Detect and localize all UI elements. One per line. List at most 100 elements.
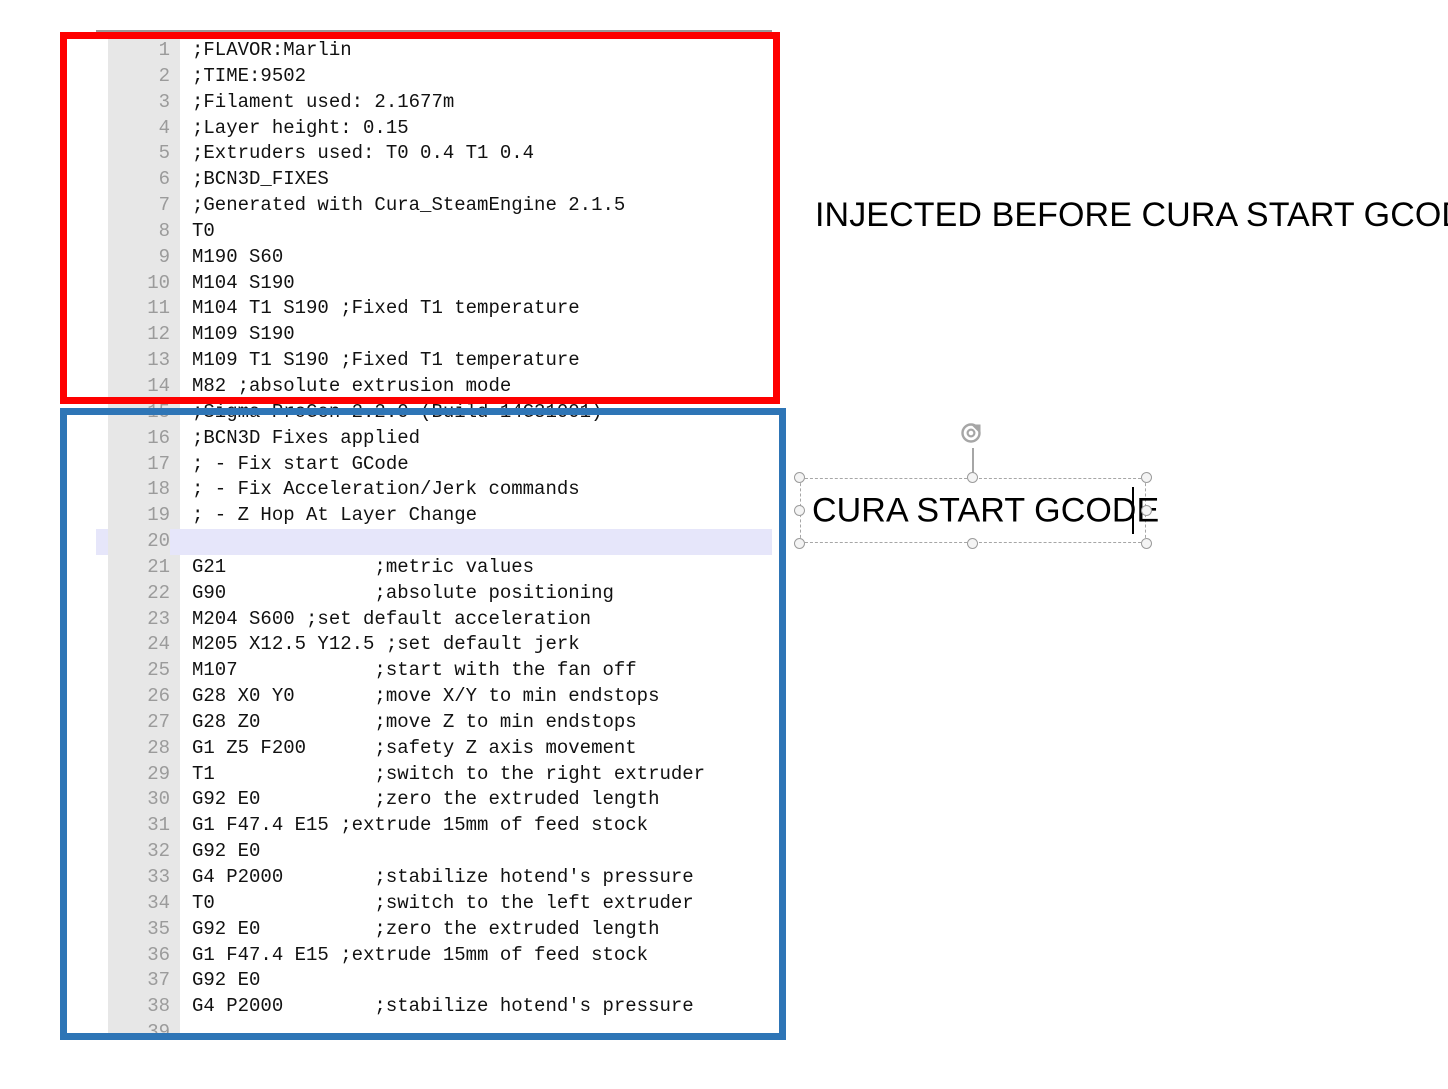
code-line[interactable]: 14 M82 ;absolute extrusion mode (96, 374, 772, 400)
line-number: 34 (147, 891, 170, 914)
rotate-icon[interactable] (958, 420, 988, 450)
line-content: M82 ;absolute extrusion mode (192, 374, 512, 397)
code-line[interactable]: 37 G92 E0 (96, 968, 772, 994)
code-line[interactable]: 16 ;BCN3D Fixes applied (96, 426, 772, 452)
code-line[interactable]: 32 G92 E0 (96, 839, 772, 865)
code-line[interactable]: 8 T0 (96, 219, 772, 245)
code-line[interactable]: 38 G4 P2000 ;stabilize hotend's pressure (96, 994, 772, 1020)
line-number: 6 (158, 168, 170, 191)
line-content: ; - Z Hop At Layer Change (192, 504, 478, 527)
line-content: M107 ;start with the fan off (192, 659, 637, 682)
code-line[interactable]: 3 ;Filament used: 2.1677m (96, 90, 772, 116)
code-line[interactable]: 6 ;BCN3D_FIXES (96, 167, 772, 193)
line-content: G28 Z0 ;move Z to min endstops (192, 710, 637, 733)
line-number: 33 (147, 866, 170, 888)
resize-handle-bottom-left[interactable] (794, 538, 805, 549)
line-content: G4 P2000 ;stabilize hotend's pressure (192, 995, 694, 1018)
line-content: M109 T1 S190 ;Fixed T1 temperature (192, 349, 580, 372)
line-number: 27 (147, 710, 170, 733)
line-number: 21 (147, 555, 170, 578)
resize-handle-middle-right[interactable] (1141, 504, 1152, 516)
line-number: 19 (147, 504, 170, 527)
line-number: 25 (147, 659, 170, 682)
text-box-content[interactable]: CURA START GCODE (812, 491, 1159, 530)
code-line[interactable]: 2 ;TIME:9502 (96, 64, 772, 90)
selected-text-box[interactable]: CURA START GCODE (794, 423, 1159, 549)
line-content: G4 P2000 ;stabilize hotend's pressure (192, 866, 694, 888)
line-number: 22 (147, 581, 170, 604)
code-line[interactable]: 25 M107 ;start with the fan off (96, 658, 772, 684)
code-line[interactable]: 26 G28 X0 Y0 ;move X/Y to min endstops (96, 684, 772, 710)
code-line[interactable]: 28 G1 Z5 F200 ;safety Z axis movement (96, 736, 772, 762)
code-line[interactable]: 13 M109 T1 S190 ;Fixed T1 temperature (96, 348, 772, 374)
resize-handle-bottom-right[interactable] (1141, 538, 1152, 549)
line-content: ;Sigma ProGen 2.2.0 (Build 14G31001) (192, 400, 603, 423)
line-number: 4 (158, 116, 170, 139)
code-line[interactable]: 5 ;Extruders used: T0 0.4 T1 0.4 (96, 141, 772, 167)
resize-handle-middle-left[interactable] (794, 504, 805, 516)
line-number: 26 (147, 685, 170, 708)
code-line[interactable]: 1 ;FLAVOR:Marlin (96, 38, 772, 64)
line-content: G92 E0 (192, 840, 261, 863)
line-content: G28 X0 Y0 ;move X/Y to min endstops (192, 685, 660, 708)
line-content: ;TIME:9502 (192, 64, 307, 87)
line-number: 39 (147, 1021, 170, 1040)
line-content: ;Filament used: 2.1677m (192, 90, 455, 113)
line-content: ;BCN3D_FIXES (192, 168, 329, 191)
line-number: 17 (147, 452, 170, 475)
line-content: G92 E0 ;zero the extruded length (192, 788, 660, 811)
code-line[interactable]: 36 G1 F47.4 E15 ;extrude 15mm of feed sto… (96, 943, 772, 969)
resize-handle-bottom-center[interactable] (967, 538, 978, 549)
code-line[interactable]: 7 ;Generated with Cura_SteamEngine 2.1.5 (96, 193, 772, 219)
line-content: G92 E0 ;zero the extruded length (192, 917, 660, 940)
code-line[interactable]: 20 (96, 529, 772, 555)
resize-handle-top-left[interactable] (794, 472, 805, 483)
code-line[interactable]: 12 M109 S190 (96, 322, 772, 348)
line-number: 15 (147, 400, 170, 423)
code-line[interactable]: 17 ; - Fix start GCode (96, 452, 772, 478)
code-line[interactable]: 33 G4 P2000 ;stabilize hotend's pressure (96, 865, 772, 891)
line-number: 16 (147, 426, 170, 449)
code-line[interactable]: 39 (96, 1020, 772, 1040)
code-line[interactable]: 22 G90 ;absolute positioning (96, 581, 772, 607)
code-line[interactable]: 15 ;Sigma ProGen 2.2.0 (Build 14G31001) (96, 400, 772, 426)
editor-top-divider (96, 30, 772, 36)
line-number: 38 (147, 995, 170, 1018)
line-number: 30 (147, 788, 170, 811)
code-line[interactable]: 27 G28 Z0 ;move Z to min endstops (96, 710, 772, 736)
line-content: T0 ;switch to the left extruder (192, 891, 694, 914)
code-line[interactable]: 34 T0 ;switch to the left extruder (96, 891, 772, 917)
code-line[interactable]: 4 ;Layer height: 0.15 (96, 116, 772, 142)
line-number: 2 (158, 64, 170, 87)
code-line[interactable]: 35 G92 E0 ;zero the extruded length (96, 917, 772, 943)
code-line[interactable]: 10 M104 S190 (96, 271, 772, 297)
line-number: 1 (158, 39, 170, 61)
caption-injected-before-cura-start-gcode[interactable]: INJECTED BEFORE CURA START GCODE (815, 196, 1448, 235)
slide-canvas: 1 ;FLAVOR:Marlin 2 ;TIME:9502 3 ;Filament use… (0, 0, 1448, 1089)
code-line[interactable]: 9 M190 S60 (96, 245, 772, 271)
resize-handle-top-center[interactable] (967, 472, 978, 483)
code-line[interactable]: 29 T1 ;switch to the right extruder (96, 762, 772, 788)
code-line[interactable]: 31 G1 F47.4 E15 ;extrude 15mm of feed sto… (96, 813, 772, 839)
code-line[interactable]: 23 M204 S600 ;set default acceleration (96, 607, 772, 633)
line-content: ;Layer height: 0.15 (192, 116, 409, 139)
line-content: G1 F47.4 E15 ;extrude 15mm of feed stock (192, 943, 649, 966)
line-number: 8 (158, 219, 170, 242)
code-text-area[interactable]: 1 ;FLAVOR:Marlin 2 ;TIME:9502 3 ;Filament use… (96, 38, 772, 1040)
line-content: M104 S190 (192, 271, 295, 294)
line-number: 31 (147, 814, 170, 837)
line-number: 20 (108, 529, 170, 555)
line-number: 36 (147, 943, 170, 966)
code-line[interactable]: 11 M104 T1 S190 ;Fixed T1 temperature (96, 296, 772, 322)
line-content: G21 ;metric values (192, 555, 535, 578)
code-line[interactable]: 18 ; - Fix Acceleration/Jerk commands (96, 477, 772, 503)
line-number: 32 (147, 840, 170, 863)
line-number: 12 (147, 323, 170, 346)
code-line[interactable]: 21 G21 ;metric values (96, 555, 772, 581)
resize-handle-top-right[interactable] (1141, 472, 1152, 483)
code-line[interactable]: 30 G92 E0 ;zero the extruded length (96, 787, 772, 813)
code-line[interactable]: 19 ; - Z Hop At Layer Change (96, 503, 772, 529)
code-line[interactable]: 24 M205 X12.5 Y12.5 ;set default jerk (96, 632, 772, 658)
text-cursor-caret (1132, 487, 1134, 534)
line-content: ;FLAVOR:Marlin (192, 39, 352, 61)
